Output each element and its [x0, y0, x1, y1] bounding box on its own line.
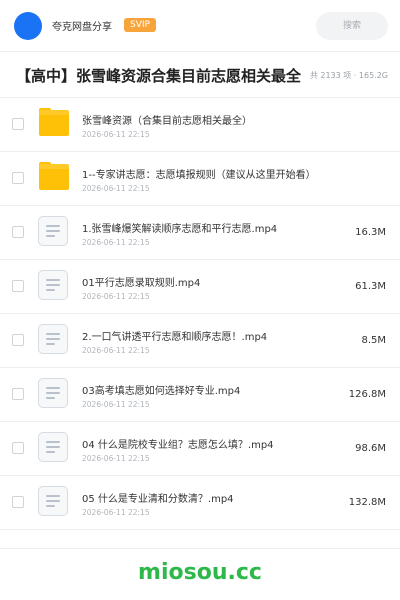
- app-title: 夸克网盘分享: [52, 22, 112, 33]
- video-file-icon: [38, 270, 70, 302]
- file-date: 2026-06-11 22:15: [82, 400, 150, 409]
- file-name: 05 什么是专业清和分数清？.mp4: [82, 494, 234, 505]
- list-item[interactable]: 04 什么是院校专业组？志愿怎么填？.mp4 2026-06-11 22:15 98…: [0, 422, 400, 476]
- list-item[interactable]: 2.一口气讲透平行志愿和顺序志愿！.mp4 2026-06-11 22:15 8.5…: [0, 314, 400, 368]
- list-item[interactable]: 05 什么是专业清和分数清？.mp4 2026-06-11 22:15 132.8M: [0, 476, 400, 530]
- file-date: 2026-06-11 22:15: [82, 184, 150, 193]
- video-file-icon: [38, 432, 70, 464]
- file-name: 1.张雪峰爆笑解读顺序志愿和平行志愿.mp4: [82, 224, 278, 235]
- file-list: 张雪峰资源（合集目前志愿相关最全） 2026-06-11 22:15 1--专家讲志…: [0, 98, 400, 530]
- select-checkbox[interactable]: [12, 226, 24, 238]
- file-size: 16.3M: [355, 227, 386, 238]
- select-checkbox[interactable]: [12, 172, 24, 184]
- top-bar: 夸克网盘分享 SVIP 搜索: [0, 0, 400, 52]
- file-size: 132.8M: [348, 497, 386, 508]
- file-date: 2026-06-11 22:15: [82, 346, 150, 355]
- folder-header: 【高中】张雪峰资源合集目前志愿相关最全 共 2133 项 · 165.2G: [0, 52, 400, 98]
- select-checkbox[interactable]: [12, 388, 24, 400]
- video-file-icon: [38, 486, 70, 518]
- file-name: 张雪峰资源（合集目前志愿相关最全）: [82, 116, 252, 127]
- file-date: 2026-06-11 22:15: [82, 454, 150, 463]
- search-input[interactable]: 搜索: [316, 12, 388, 40]
- list-item[interactable]: 1--专家讲志愿：志愿填报规则（建议从这里开始看） 2026-06-11 22:1…: [0, 152, 400, 206]
- list-item[interactable]: 03高考填志愿如何选择好专业.mp4 2026-06-11 22:15 126.8M: [0, 368, 400, 422]
- list-item[interactable]: 01平行志愿录取规则.mp4 2026-06-11 22:15 61.3M: [0, 260, 400, 314]
- file-date: 2026-06-11 22:15: [82, 508, 150, 517]
- select-checkbox[interactable]: [12, 118, 24, 130]
- file-size: 98.6M: [355, 443, 386, 454]
- avatar[interactable]: [14, 12, 42, 40]
- file-date: 2026-06-11 22:15: [82, 238, 150, 247]
- file-size: 126.8M: [348, 389, 386, 400]
- video-file-icon: [38, 378, 70, 410]
- video-file-icon: [38, 216, 70, 248]
- file-name: 03高考填志愿如何选择好专业.mp4: [82, 386, 241, 397]
- page-title: 【高中】张雪峰资源合集目前志愿相关最全: [16, 67, 302, 85]
- footer-brand: miosou.cc: [138, 560, 262, 585]
- folder-icon: [38, 162, 70, 194]
- file-name: 1--专家讲志愿：志愿填报规则（建议从这里开始看）: [82, 170, 316, 181]
- video-file-icon: [38, 324, 70, 356]
- file-size: 61.3M: [355, 281, 386, 292]
- file-date: 2026-06-11 22:15: [82, 130, 150, 139]
- file-name: 04 什么是院校专业组？志愿怎么填？.mp4: [82, 440, 274, 451]
- svip-badge: SVIP: [124, 18, 156, 32]
- file-name: 01平行志愿录取规则.mp4: [82, 278, 201, 289]
- folder-stats: 共 2133 项 · 165.2G: [309, 71, 388, 80]
- select-checkbox[interactable]: [12, 334, 24, 346]
- divider: [0, 548, 400, 549]
- file-name: 2.一口气讲透平行志愿和顺序志愿！.mp4: [82, 332, 268, 343]
- file-size: 8.5M: [361, 335, 386, 346]
- select-checkbox[interactable]: [12, 442, 24, 454]
- select-checkbox[interactable]: [12, 280, 24, 292]
- select-checkbox[interactable]: [12, 496, 24, 508]
- folder-icon: [38, 108, 70, 140]
- list-item[interactable]: 1.张雪峰爆笑解读顺序志愿和平行志愿.mp4 2026-06-11 22:15 16…: [0, 206, 400, 260]
- file-date: 2026-06-11 22:15: [82, 292, 150, 301]
- list-item[interactable]: 张雪峰资源（合集目前志愿相关最全） 2026-06-11 22:15: [0, 98, 400, 152]
